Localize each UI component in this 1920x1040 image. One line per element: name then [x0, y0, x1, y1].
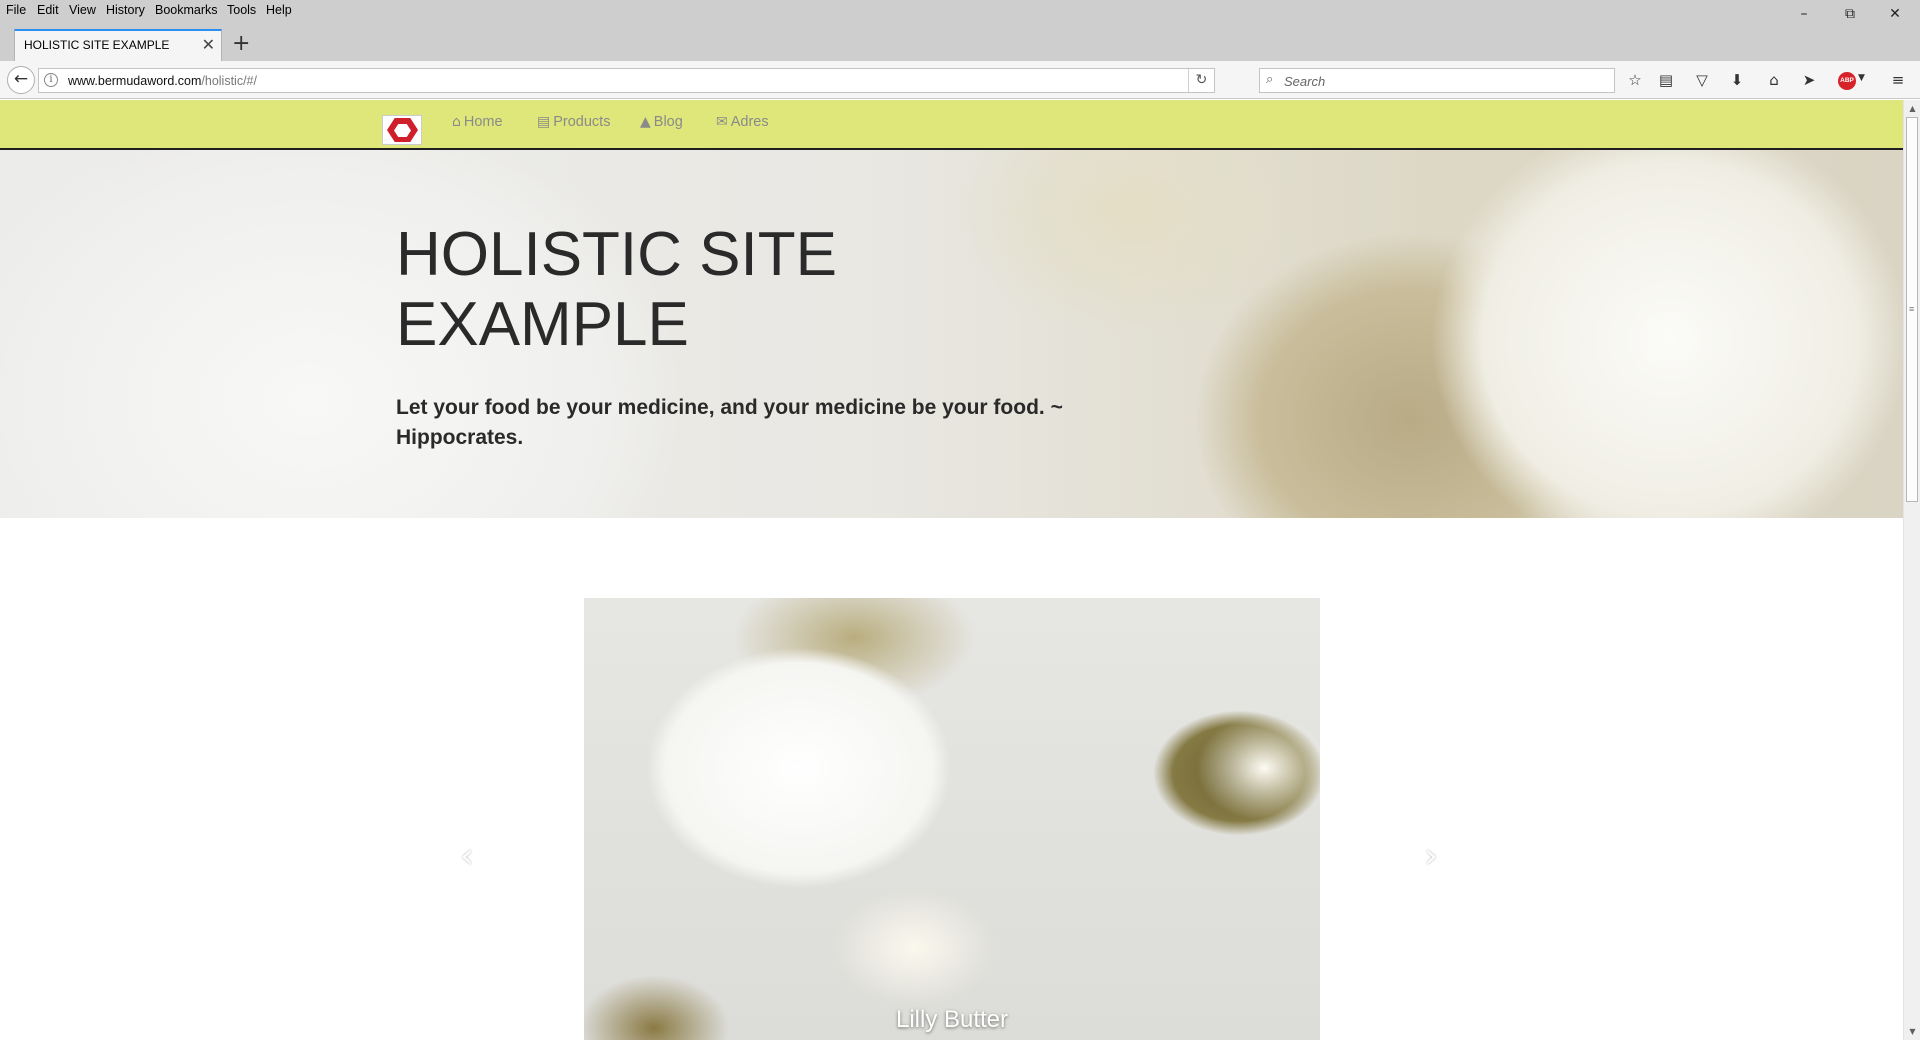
- search-input[interactable]: [1284, 72, 1604, 90]
- menu-tools[interactable]: Tools: [227, 3, 256, 17]
- menu-view[interactable]: View: [69, 3, 96, 17]
- address-bar[interactable]: i www.bermudaword.com/holistic/#/ ↻: [38, 68, 1215, 93]
- reload-icon[interactable]: ↻: [1188, 69, 1214, 92]
- hamburger-menu-icon[interactable]: ≡: [1886, 69, 1910, 91]
- menu-edit[interactable]: Edit: [37, 3, 59, 17]
- nav-products-label: Products: [553, 114, 611, 130]
- download-icon[interactable]: ⬇: [1725, 69, 1749, 91]
- page-viewport: ⌂ Home ▤ Products ▲ Blog ✉ Adres HOLISTIC SI…: [0, 100, 1903, 1040]
- adblock-dropdown-icon[interactable]: ▼: [1858, 73, 1865, 83]
- carousel-caption: Lilly Butter: [895, 1006, 1009, 1033]
- tab-active[interactable]: HOLISTIC SITE EXAMPLE ✕: [14, 29, 222, 61]
- menu-bookmarks[interactable]: Bookmarks: [155, 3, 218, 17]
- adblock-icon[interactable]: ABP: [1838, 72, 1856, 90]
- carousel-prev-icon[interactable]: ‹: [452, 836, 482, 876]
- home-browser-icon[interactable]: ⌂: [1762, 69, 1786, 91]
- hero-quote: Let your food be your medicine, and your…: [396, 396, 1063, 449]
- site-info-icon[interactable]: i: [44, 73, 58, 87]
- send-icon[interactable]: ➤: [1797, 69, 1821, 91]
- navigation-toolbar: ← i www.bermudaword.com/holistic/#/ ↻ ⌕ …: [0, 61, 1920, 99]
- page-scrollbar[interactable]: ▲ ≡ ▼: [1903, 100, 1920, 1040]
- carousel-next-icon[interactable]: ›: [1416, 836, 1446, 876]
- nav-products[interactable]: ▤ Products: [537, 114, 610, 130]
- nav-home-label: Home: [463, 114, 503, 130]
- menu-bar: File Edit View History Bookmarks Tools H…: [0, 0, 1920, 20]
- scrollbar-grip-icon: ≡: [1909, 304, 1915, 314]
- site-logo[interactable]: [382, 115, 422, 145]
- pocket-icon[interactable]: ▽: [1690, 69, 1714, 91]
- reading-list-icon[interactable]: ▤: [1654, 69, 1678, 91]
- url-domain: www.bermudaword.com: [68, 74, 202, 88]
- tab-close-icon[interactable]: ✕: [202, 35, 215, 54]
- hero-title: HOLISTIC SITE EXAMPLE: [396, 220, 837, 359]
- hero-banner: HOLISTIC SITE EXAMPLE Let your food be y…: [0, 150, 1903, 518]
- scroll-down-icon[interactable]: ▼: [1904, 1023, 1920, 1040]
- nav-blog[interactable]: ▲ Blog: [640, 114, 683, 130]
- nav-adres-label: Adres: [730, 114, 769, 130]
- back-icon[interactable]: ←: [7, 66, 35, 94]
- menu-help[interactable]: Help: [266, 3, 292, 17]
- book-icon: ▤: [537, 114, 551, 130]
- nav-adres[interactable]: ✉ Adres: [716, 114, 769, 130]
- search-icon: ⌕: [1266, 72, 1274, 87]
- product-carousel-image: Lilly Butter: [584, 598, 1320, 1040]
- user-icon: ▲: [640, 114, 651, 130]
- new-tab-icon[interactable]: +: [232, 33, 250, 55]
- menu-file[interactable]: File: [6, 3, 26, 17]
- menu-history[interactable]: History: [106, 3, 145, 17]
- scrollbar-thumb[interactable]: ≡: [1906, 117, 1918, 502]
- url-path: /holistic/#/: [201, 74, 257, 88]
- nav-home[interactable]: ⌂ Home: [452, 114, 503, 130]
- scroll-up-icon[interactable]: ▲: [1904, 100, 1920, 117]
- url-text[interactable]: www.bermudaword.com/holistic/#/: [68, 74, 257, 88]
- site-navbar: ⌂ Home ▤ Products ▲ Blog ✉ Adres: [0, 100, 1903, 150]
- tab-bar: HOLISTIC SITE EXAMPLE ✕ +: [0, 20, 1920, 61]
- home-icon: ⌂: [452, 114, 461, 130]
- tab-title: HOLISTIC SITE EXAMPLE: [24, 38, 170, 52]
- search-box[interactable]: ⌕: [1259, 68, 1615, 93]
- nav-blog-label: Blog: [653, 114, 683, 130]
- bookmark-star-icon[interactable]: ☆: [1623, 69, 1647, 91]
- envelope-icon: ✉: [716, 114, 728, 130]
